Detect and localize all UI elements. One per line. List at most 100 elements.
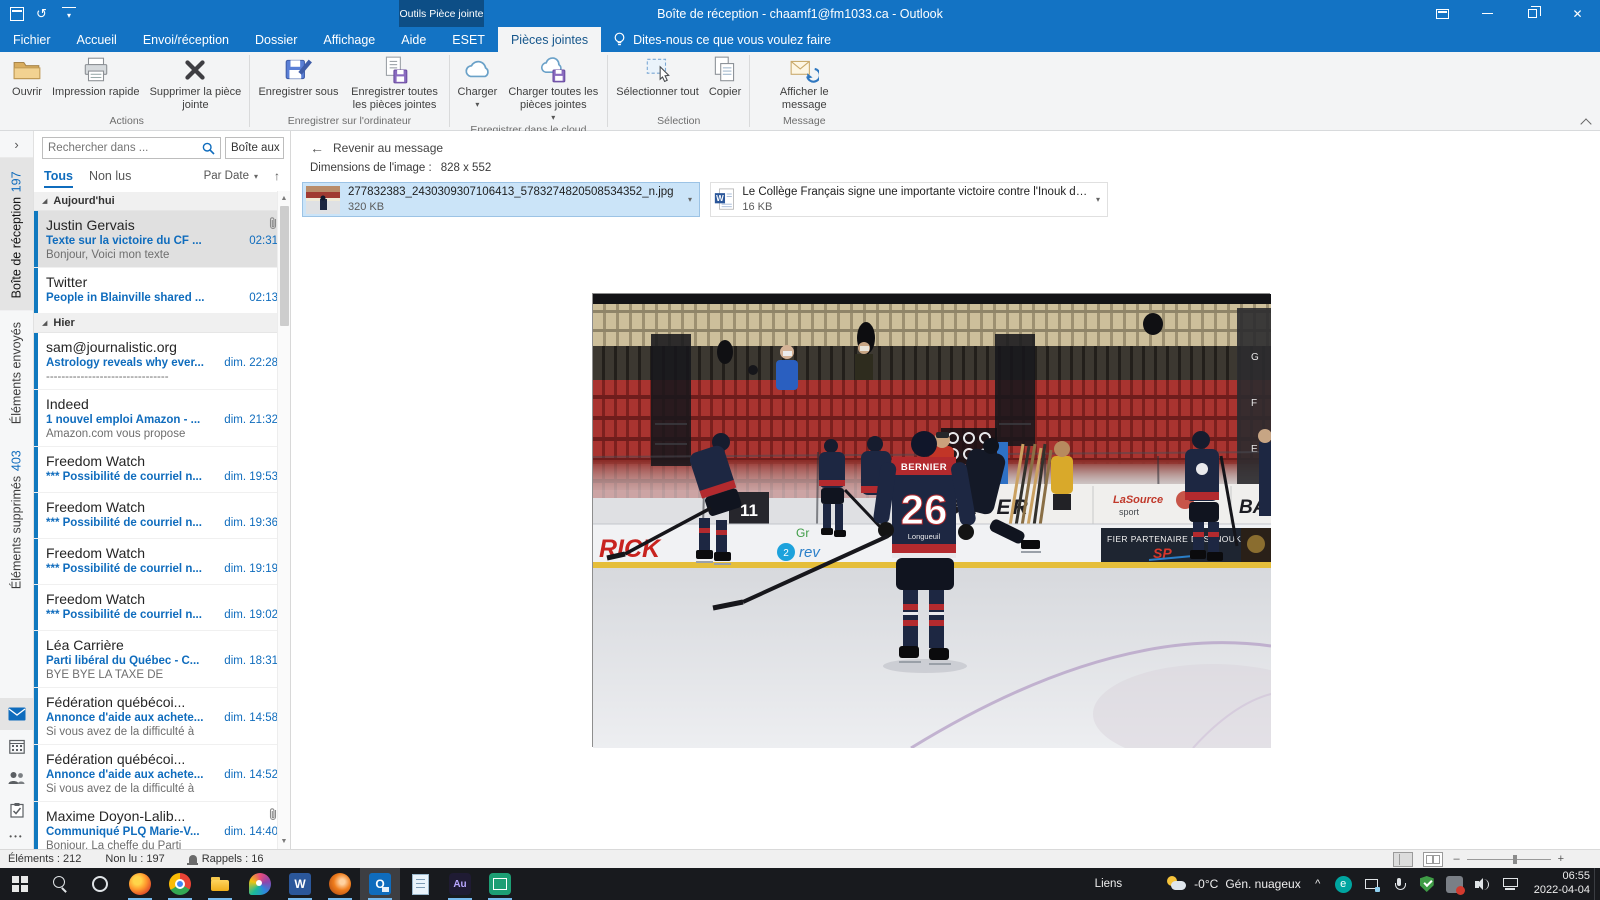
zoom-slider-thumb[interactable] bbox=[1513, 855, 1517, 864]
ribbon-tab[interactable]: Fichier bbox=[0, 27, 64, 52]
mail-list-item[interactable]: Freedom Watch*** Possibilité de courriel… bbox=[34, 493, 290, 539]
search-input[interactable] bbox=[48, 142, 202, 154]
copy-button[interactable]: Copier bbox=[704, 53, 746, 99]
select-all-button[interactable]: Sélectionner tout bbox=[611, 53, 704, 99]
send-receive-icon[interactable] bbox=[10, 7, 24, 21]
back-to-message-button[interactable]: ← Revenir au message bbox=[291, 131, 1600, 158]
unread-count[interactable]: Non lu : 197 bbox=[105, 853, 164, 865]
microphone-tray-icon[interactable] bbox=[1391, 876, 1408, 893]
scroll-down-icon[interactable]: ▼ bbox=[281, 834, 288, 849]
mail-list-item[interactable]: sam@journalistic.orgAstrology reveals wh… bbox=[34, 333, 290, 390]
taskbar-explorer-button[interactable] bbox=[200, 868, 240, 900]
taskbar-recorder-button[interactable] bbox=[480, 868, 520, 900]
sync-error-tray-icon[interactable] bbox=[1446, 876, 1463, 893]
ribbon-tab[interactable]: Dossier bbox=[242, 27, 310, 52]
mail-list-item[interactable]: Fédération québécoi...Annonce d'aide aux… bbox=[34, 745, 290, 802]
taskbar-outlook-button[interactable]: O bbox=[360, 868, 400, 900]
display-tray-icon[interactable] bbox=[1363, 876, 1380, 893]
taskbar-flame-button[interactable] bbox=[320, 868, 360, 900]
zoom-in-button[interactable]: + bbox=[1558, 853, 1564, 865]
calendar-module-button[interactable] bbox=[0, 730, 33, 762]
mail-list-item[interactable]: Maxime Doyon-Lalib...Communiqué PLQ Mari… bbox=[34, 802, 290, 849]
links-toolbar[interactable]: Liens bbox=[1095, 878, 1123, 890]
zoom-slider[interactable] bbox=[1467, 859, 1551, 860]
upload-button[interactable]: Charger ▾ bbox=[453, 53, 503, 109]
navigation-overflow-button[interactable]: ••• bbox=[0, 826, 33, 849]
undo-icon[interactable]: ↺ bbox=[36, 7, 50, 21]
sort-dropdown[interactable]: Par Date ▾ bbox=[204, 170, 258, 186]
taskbar-cortana-button[interactable] bbox=[80, 868, 120, 900]
minimize-button[interactable] bbox=[1465, 0, 1510, 27]
quick-print-button[interactable]: Impression rapide bbox=[47, 53, 144, 99]
mail-list-item[interactable]: Freedom Watch*** Possibilité de courriel… bbox=[34, 447, 290, 493]
filter-all-tab[interactable]: Tous bbox=[44, 169, 73, 188]
attachment-dropdown-icon[interactable]: ▾ bbox=[1096, 195, 1100, 204]
attachment-dropdown-icon[interactable]: ▾ bbox=[688, 195, 692, 204]
taskbar-notepad-button[interactable] bbox=[400, 868, 440, 900]
zoom-out-button[interactable]: – bbox=[1453, 853, 1459, 865]
attachment-card-image[interactable]: 277832383_2430309307106413_5783274820508… bbox=[302, 182, 700, 217]
sidebar-item-deleted[interactable]: Éléments supprimés 403 bbox=[0, 436, 33, 601]
restore-button[interactable] bbox=[1510, 0, 1555, 27]
mail-list-item[interactable]: TwitterPeople in Blainville shared ...02… bbox=[34, 268, 290, 314]
upload-all-attachments-button[interactable]: Charger toutes les pièces jointes ▾ bbox=[502, 53, 604, 122]
ribbon-tab[interactable]: Affichage bbox=[310, 27, 388, 52]
tell-me-box[interactable]: Dites-nous ce que vous voulez faire bbox=[601, 27, 843, 52]
mailbox-scope-dropdown[interactable]: Boîte aux lettres actuelle ▾ bbox=[225, 137, 284, 159]
collapse-ribbon-button[interactable] bbox=[1582, 117, 1590, 125]
filter-unread-tab[interactable]: Non lus bbox=[89, 169, 131, 188]
taskbar-paint-button[interactable] bbox=[240, 868, 280, 900]
mail-group-header[interactable]: ◢Aujourd'hui bbox=[34, 192, 290, 211]
customize-quick-access-icon[interactable]: ▾ bbox=[62, 7, 76, 21]
mail-list-item[interactable]: Freedom Watch*** Possibilité de courriel… bbox=[34, 585, 290, 631]
delete-attachment-button[interactable]: Supprimer la pièce jointe bbox=[144, 53, 246, 112]
open-button[interactable]: Ouvrir bbox=[7, 53, 47, 99]
attachment-card-docx[interactable]: W Le Collège Français signe une importan… bbox=[710, 182, 1108, 217]
taskbar-start-button[interactable] bbox=[0, 868, 40, 900]
close-button[interactable]: ✕ bbox=[1555, 0, 1600, 27]
eset-tray-icon[interactable]: e bbox=[1335, 876, 1352, 893]
reminders-status[interactable]: Rappels : 16 bbox=[189, 853, 264, 865]
mail-module-button[interactable] bbox=[0, 698, 33, 730]
taskbar-audition-button[interactable]: Au bbox=[440, 868, 480, 900]
sidebar-item-inbox[interactable]: Boîte de réception 197 bbox=[0, 157, 33, 310]
mail-group-header[interactable]: ◢Hier bbox=[34, 314, 290, 333]
save-all-attachments-button[interactable]: Enregistrer toutes les pièces jointes bbox=[344, 53, 446, 112]
scrollbar-thumb[interactable] bbox=[280, 206, 289, 326]
taskbar-search-button[interactable] bbox=[40, 868, 80, 900]
mail-list-scrollbar[interactable]: ▲ ▼ bbox=[277, 191, 290, 849]
ribbon-tab[interactable]: Accueil bbox=[64, 27, 130, 52]
tray-overflow-button[interactable]: ^ bbox=[1312, 876, 1324, 893]
tasks-module-button[interactable] bbox=[0, 794, 33, 826]
sidebar-item-sent[interactable]: Éléments envoyés bbox=[0, 310, 33, 436]
ribbon-tab[interactable]: Envoi/réception bbox=[130, 27, 242, 52]
ribbon-tab[interactable]: Aide bbox=[388, 27, 439, 52]
reading-view-button[interactable] bbox=[1423, 852, 1443, 867]
ribbon-display-options-button[interactable] bbox=[1420, 0, 1465, 27]
items-count[interactable]: Éléments : 212 bbox=[8, 853, 81, 865]
taskbar-clock[interactable]: 06:55 2022-04-04 bbox=[1530, 870, 1590, 898]
search-box[interactable] bbox=[42, 137, 221, 159]
mail-list-item[interactable]: Léa CarrièreParti libéral du Québec - C.… bbox=[34, 631, 290, 688]
mail-list-item[interactable]: Fédération québécoi...Annonce d'aide aux… bbox=[34, 688, 290, 745]
save-as-button[interactable]: Enregistrer sous bbox=[253, 53, 343, 99]
people-module-button[interactable] bbox=[0, 762, 33, 794]
show-message-button[interactable]: Afficher le message bbox=[753, 53, 855, 112]
scroll-up-icon[interactable]: ▲ bbox=[281, 191, 288, 206]
normal-view-button[interactable] bbox=[1393, 852, 1413, 867]
network-tray-icon[interactable] bbox=[1502, 876, 1519, 893]
taskbar-firefox-button[interactable] bbox=[120, 868, 160, 900]
sort-direction-button[interactable]: ↑ bbox=[274, 169, 280, 187]
ribbon-tab[interactable]: Pièces jointes bbox=[498, 27, 601, 52]
mail-list-item[interactable]: Freedom Watch*** Possibilité de courriel… bbox=[34, 539, 290, 585]
expand-folder-pane-button[interactable]: › bbox=[0, 131, 33, 157]
mail-list-item[interactable]: Indeed1 nouvel emploi Amazon - ...dim. 2… bbox=[34, 390, 290, 447]
ribbon-tab[interactable]: ESET bbox=[439, 27, 498, 52]
show-desktop-button[interactable] bbox=[1594, 868, 1600, 900]
mail-list-item[interactable]: Justin GervaisTexte sur la victoire du C… bbox=[34, 211, 290, 268]
volume-tray-icon[interactable] bbox=[1474, 876, 1491, 893]
taskbar-word-button[interactable]: W bbox=[280, 868, 320, 900]
taskbar-chrome-button[interactable] bbox=[160, 868, 200, 900]
weather-widget[interactable]: -0°C Gén. nuageux bbox=[1167, 876, 1301, 892]
defender-tray-icon[interactable] bbox=[1420, 876, 1434, 892]
